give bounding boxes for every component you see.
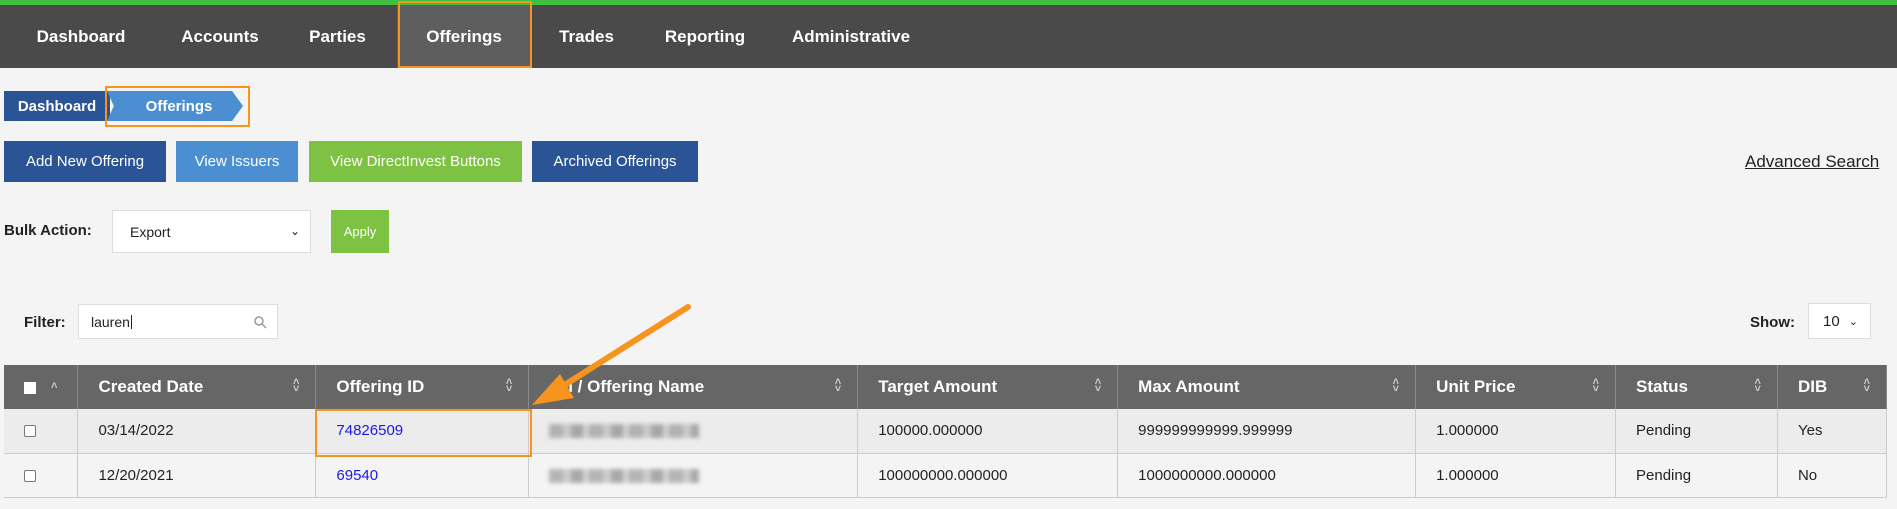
col-header-label: Created Date <box>98 377 204 396</box>
breadcrumb-offerings[interactable]: Offerings <box>107 91 243 121</box>
cell-offering-name <box>528 409 859 454</box>
col-header-label: Status <box>1636 377 1688 396</box>
show-label: Show: <box>1750 314 1795 331</box>
cell-max-amount: 999999999999.999999 <box>1117 409 1417 454</box>
table-row: 12/20/2021 69540 100000000.000000 100000… <box>4 453 1888 498</box>
col-header-label: Unit Price <box>1436 377 1516 396</box>
breadcrumb-dashboard[interactable]: Dashboard <box>4 91 110 121</box>
cell-unit-price: 1.000000 <box>1415 453 1617 498</box>
bulk-action-select[interactable]: Export ⌄ <box>112 210 311 253</box>
top-nav: Dashboard Accounts Parties Offerings Tra… <box>0 0 1897 68</box>
cell-target-amount: 100000.000000 <box>857 409 1119 454</box>
col-header-label: Target Amount <box>878 377 998 396</box>
row-checkbox[interactable] <box>24 425 36 438</box>
row-select-cell <box>4 453 79 498</box>
cell-dib: No <box>1777 453 1888 498</box>
nav-item-parties[interactable]: Parties <box>278 5 397 68</box>
cell-offering-name <box>528 453 859 498</box>
chevron-down-icon: ⌄ <box>1848 316 1858 328</box>
cell-max-amount: 1000000000.000000 <box>1117 453 1417 498</box>
search-icon <box>254 316 267 329</box>
cell-status: Pending <box>1615 453 1778 498</box>
apply-button[interactable]: Apply <box>331 210 389 253</box>
col-header-created-date[interactable]: Created Date ˄ ˅ <box>77 365 317 409</box>
col-header-dib[interactable]: DIB ˄ ˅ <box>1777 365 1888 409</box>
sort-icon[interactable]: ˄ ˅ <box>1864 377 1870 395</box>
nav-item-accounts[interactable]: Accounts <box>162 5 278 68</box>
col-header-status[interactable]: Status ˄ ˅ <box>1615 365 1778 409</box>
cell-created-date: 03/14/2022 <box>77 409 317 454</box>
col-header-label: Max Amount <box>1138 377 1240 396</box>
nav-item-administrative[interactable]: Administrative <box>768 5 934 68</box>
filter-input[interactable]: lauren <box>78 304 278 339</box>
sort-icon[interactable]: ˄ ˅ <box>1755 377 1761 395</box>
nav-item-trades[interactable]: Trades <box>531 5 642 68</box>
cell-target-amount: 100000000.000000 <box>857 453 1119 498</box>
cell-created-date: 12/20/2021 <box>77 453 317 498</box>
chevron-down-icon: ⌄ <box>289 224 300 238</box>
nav-item-offerings[interactable]: Offerings <box>397 5 531 68</box>
select-all-header[interactable]: ˄ <box>4 365 79 409</box>
show-count-select[interactable]: 10 ⌄ <box>1808 303 1871 339</box>
row-select-cell <box>4 409 79 454</box>
col-header-label: Offering ID <box>336 377 425 396</box>
redacted-offering-name <box>549 424 700 439</box>
cell-offering-id: 74826509 <box>315 409 530 454</box>
col-header-max-amount[interactable]: Max Amount ˄ ˅ <box>1117 365 1417 409</box>
offering-id-link[interactable]: 69540 <box>336 467 378 484</box>
redacted-offering-name <box>549 468 700 483</box>
show-count-value: 10 <box>1823 312 1840 330</box>
offering-id-link[interactable]: 74826509 <box>336 422 403 439</box>
nav-item-reporting[interactable]: Reporting <box>642 5 768 68</box>
bulk-action-value: Export <box>130 223 171 240</box>
offerings-table: ˄ Created Date ˄ ˅ Offering ID ˄ ˅ eal / Off… <box>4 365 1888 498</box>
col-header-unit-price[interactable]: Unit Price ˄ ˅ <box>1415 365 1617 409</box>
archived-offerings-button[interactable]: Archived Offerings <box>532 141 698 182</box>
col-header-label: eal / Offering Name <box>549 377 705 396</box>
view-directinvest-buttons-button[interactable]: View DirectInvest Buttons <box>309 141 522 182</box>
col-header-offering-id[interactable]: Offering ID ˄ ˅ <box>315 365 530 409</box>
sort-icon[interactable]: ˄ ˅ <box>1393 377 1399 395</box>
sort-icon[interactable]: ˄ ˅ <box>506 377 512 395</box>
nav-item-dashboard[interactable]: Dashboard <box>0 5 162 68</box>
view-issuers-button[interactable]: View Issuers <box>176 141 298 182</box>
cell-status: Pending <box>1615 409 1778 454</box>
col-header-label: DIB <box>1797 377 1828 396</box>
table-row: 03/14/2022 74826509 100000.000000 999999… <box>4 409 1888 454</box>
row-checkbox[interactable] <box>24 469 36 482</box>
bulk-action-label: Bulk Action: <box>4 222 92 239</box>
col-header-target-amount[interactable]: Target Amount ˄ ˅ <box>857 365 1119 409</box>
col-header-offering-name[interactable]: eal / Offering Name ˄ ˅ <box>528 365 859 409</box>
cell-dib: Yes <box>1777 409 1888 454</box>
cell-unit-price: 1.000000 <box>1415 409 1617 454</box>
sort-icon[interactable]: ˄ <box>51 381 57 392</box>
table-header-row: ˄ Created Date ˄ ˅ Offering ID ˄ ˅ eal / Off… <box>4 365 1888 409</box>
add-new-offering-button[interactable]: Add New Offering <box>4 141 166 182</box>
filter-label: Filter: <box>24 314 66 331</box>
filter-input-value: lauren <box>91 313 130 330</box>
cell-offering-id: 69540 <box>315 453 530 498</box>
text-cursor <box>130 314 132 329</box>
sort-icon[interactable]: ˄ ˅ <box>1095 377 1101 395</box>
sort-icon[interactable]: ˄ ˅ <box>1593 377 1599 395</box>
advanced-search-link[interactable]: Advanced Search <box>1745 152 1879 172</box>
select-all-checkbox[interactable] <box>24 381 36 394</box>
sort-icon[interactable]: ˄ ˅ <box>293 377 299 395</box>
sort-icon[interactable]: ˄ ˅ <box>835 377 841 395</box>
